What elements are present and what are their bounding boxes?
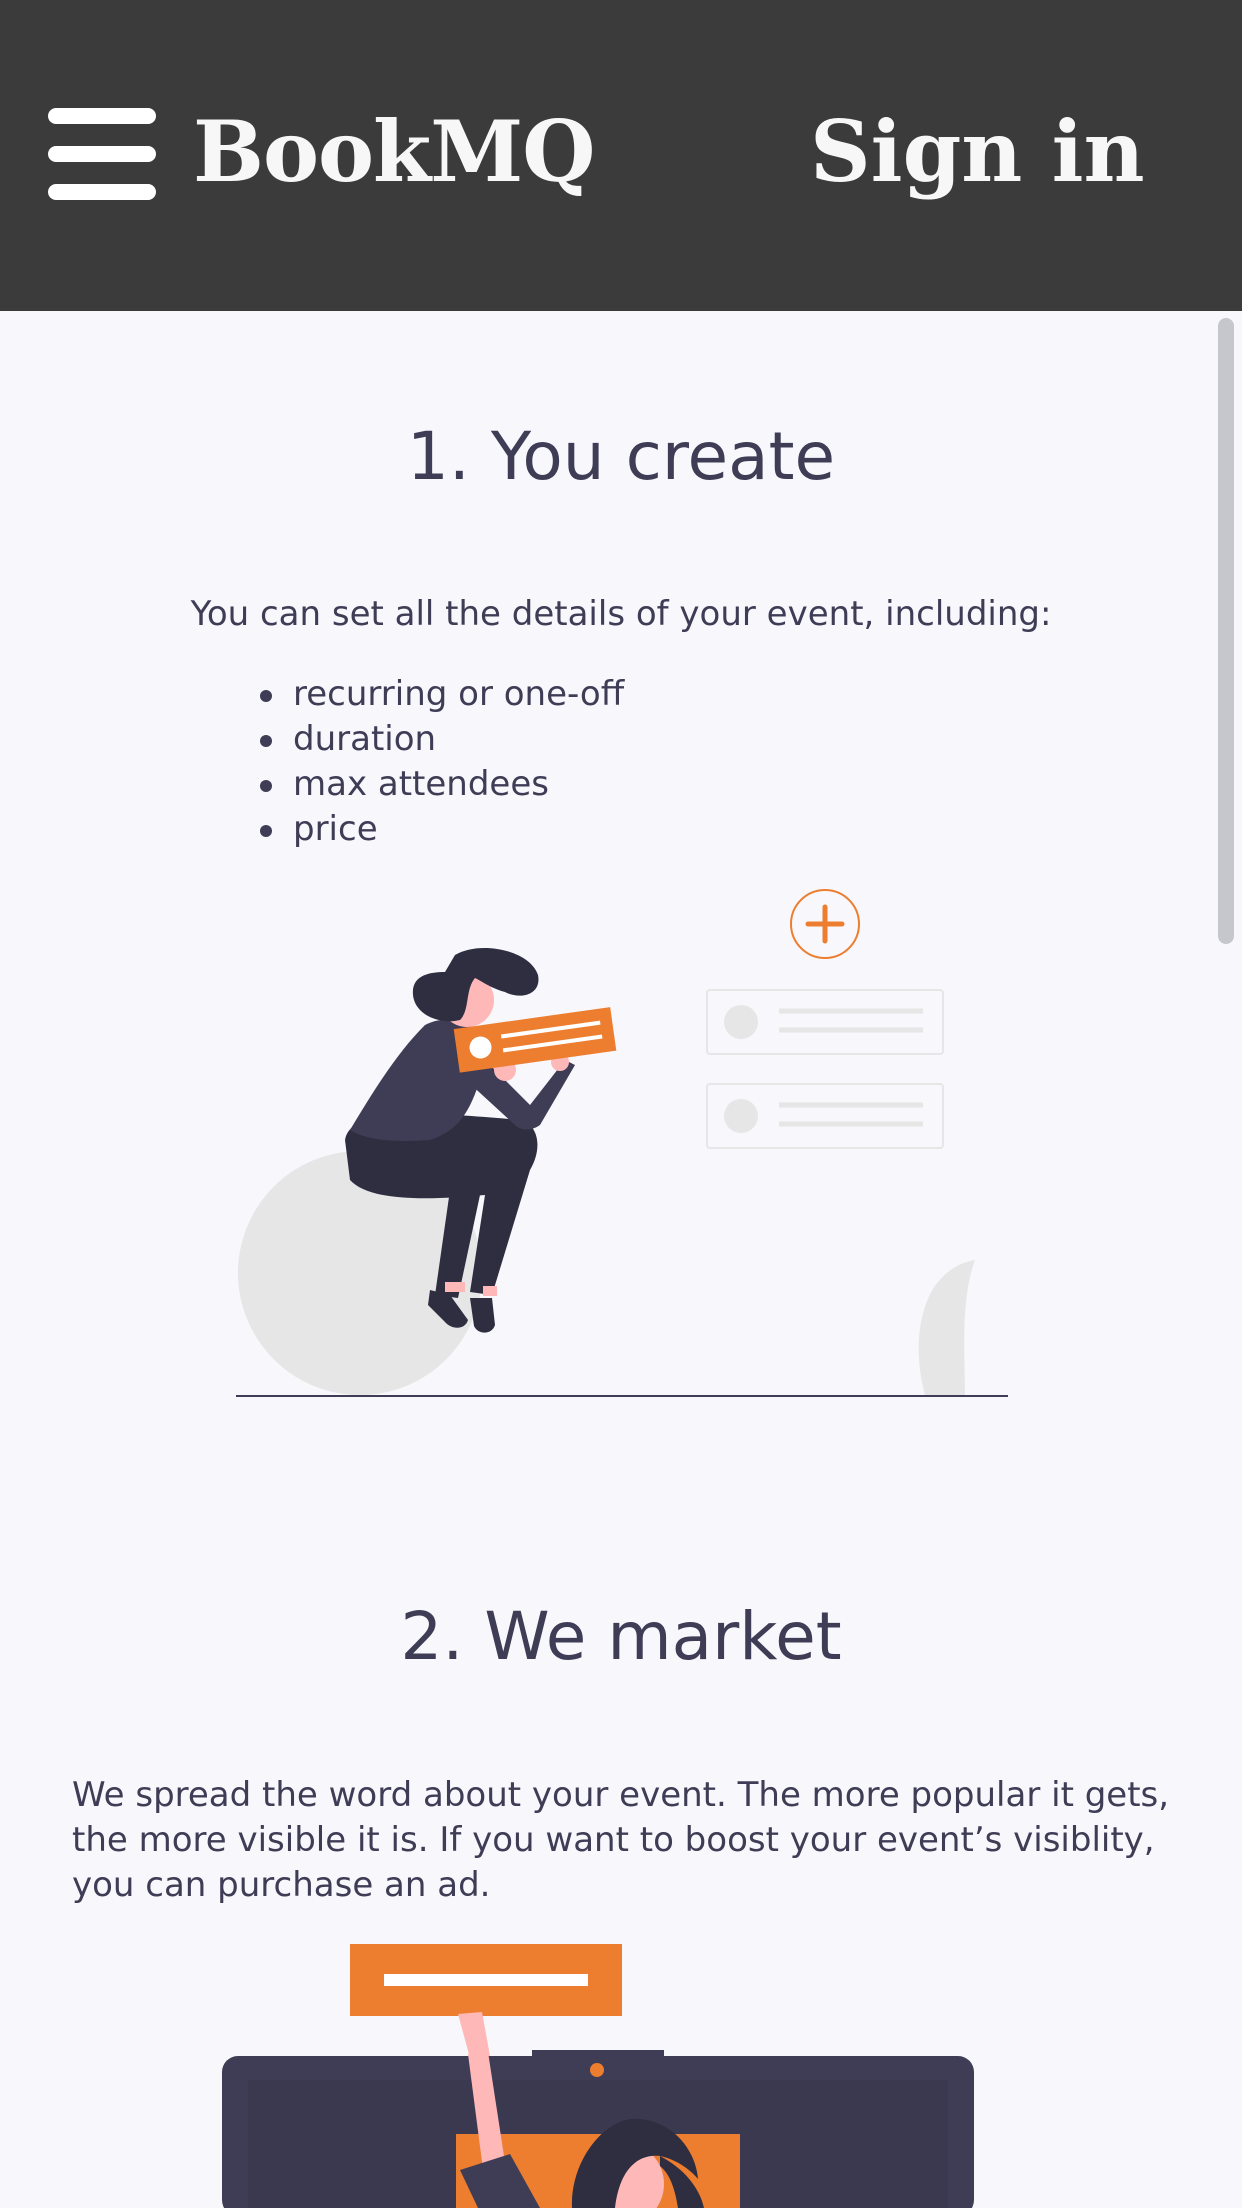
feature-item: recurring or one-off [260, 672, 624, 717]
app-header: BookMQ Sign in [0, 0, 1242, 311]
plus-circle-icon [790, 889, 860, 959]
create-event-illustration [236, 889, 1008, 1397]
placeholder-card [706, 1083, 944, 1149]
menu-bar [48, 108, 156, 124]
menu-bar [48, 146, 156, 162]
hamburger-menu-icon[interactable] [48, 108, 156, 200]
feature-item: max attendees [260, 762, 624, 807]
step-market-title: 2. We market [400, 1598, 842, 1675]
step-create-intro: You can set all the details of your even… [190, 594, 1052, 634]
placeholder-card [706, 989, 944, 1055]
menu-bar [48, 184, 156, 200]
step-market-description: We spread the word about your event. The… [72, 1775, 1170, 1905]
plant-shape [918, 1260, 975, 1395]
feature-item: price [260, 807, 624, 852]
market-illustration [222, 1944, 974, 2208]
feature-list: recurring or one-off duration max attend… [260, 672, 624, 852]
brand-logo[interactable]: BookMQ [193, 92, 595, 212]
feature-item: duration [260, 717, 624, 762]
sign-in-link[interactable]: Sign in [810, 92, 1145, 212]
step-create-title: 1. You create [406, 418, 836, 495]
